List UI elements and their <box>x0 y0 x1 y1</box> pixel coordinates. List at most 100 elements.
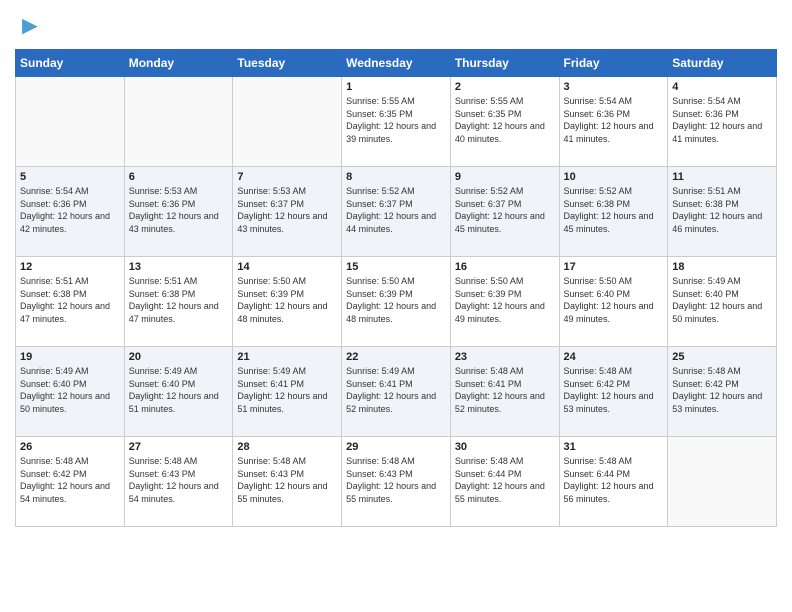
day-info: Sunrise: 5:51 AMSunset: 6:38 PMDaylight:… <box>672 185 772 235</box>
day-number: 24 <box>564 351 664 363</box>
calendar-week-1: 1 Sunrise: 5:55 AMSunset: 6:35 PMDaylight… <box>16 77 777 167</box>
day-number: 1 <box>346 81 446 93</box>
day-number: 12 <box>20 261 120 273</box>
calendar-cell: 13 Sunrise: 5:51 AMSunset: 6:38 PMDayligh… <box>124 257 233 347</box>
calendar-cell: 2 Sunrise: 5:55 AMSunset: 6:35 PMDaylight… <box>450 77 559 167</box>
day-number: 15 <box>346 261 446 273</box>
calendar-cell: 1 Sunrise: 5:55 AMSunset: 6:35 PMDaylight… <box>342 77 451 167</box>
day-number: 13 <box>129 261 229 273</box>
logo-arrow-icon: ► <box>17 10 43 41</box>
weekday-header-saturday: Saturday <box>668 50 777 77</box>
calendar-cell: 11 Sunrise: 5:51 AMSunset: 6:38 PMDayligh… <box>668 167 777 257</box>
day-number: 27 <box>129 441 229 453</box>
day-number: 9 <box>455 171 555 183</box>
calendar-cell: 7 Sunrise: 5:53 AMSunset: 6:37 PMDaylight… <box>233 167 342 257</box>
day-info: Sunrise: 5:50 AMSunset: 6:39 PMDaylight:… <box>455 275 555 325</box>
calendar-cell: 27 Sunrise: 5:48 AMSunset: 6:43 PMDayligh… <box>124 437 233 527</box>
day-number: 25 <box>672 351 772 363</box>
calendar-cell <box>124 77 233 167</box>
calendar-cell: 20 Sunrise: 5:49 AMSunset: 6:40 PMDayligh… <box>124 347 233 437</box>
calendar-cell: 29 Sunrise: 5:48 AMSunset: 6:43 PMDayligh… <box>342 437 451 527</box>
day-number: 21 <box>237 351 337 363</box>
day-info: Sunrise: 5:48 AMSunset: 6:43 PMDaylight:… <box>129 455 229 505</box>
calendar-cell <box>16 77 125 167</box>
calendar-cell: 10 Sunrise: 5:52 AMSunset: 6:38 PMDayligh… <box>559 167 668 257</box>
calendar-cell: 28 Sunrise: 5:48 AMSunset: 6:43 PMDayligh… <box>233 437 342 527</box>
weekday-header-tuesday: Tuesday <box>233 50 342 77</box>
calendar-cell: 14 Sunrise: 5:50 AMSunset: 6:39 PMDayligh… <box>233 257 342 347</box>
day-info: Sunrise: 5:48 AMSunset: 6:42 PMDaylight:… <box>672 365 772 415</box>
page-header: ► <box>15 10 777 41</box>
weekday-header-row: SundayMondayTuesdayWednesdayThursdayFrid… <box>16 50 777 77</box>
calendar-cell: 23 Sunrise: 5:48 AMSunset: 6:41 PMDayligh… <box>450 347 559 437</box>
day-number: 7 <box>237 171 337 183</box>
day-info: Sunrise: 5:48 AMSunset: 6:43 PMDaylight:… <box>346 455 446 505</box>
calendar-cell: 3Sunrise: 5:54 AMSunset: 6:36 PMDaylight… <box>559 77 668 167</box>
day-info: Sunrise: 5:49 AMSunset: 6:40 PMDaylight:… <box>20 365 120 415</box>
day-number: 19 <box>20 351 120 363</box>
day-info: Sunrise: 5:49 AMSunset: 6:40 PMDaylight:… <box>672 275 772 325</box>
calendar-cell: 12 Sunrise: 5:51 AMSunset: 6:38 PMDayligh… <box>16 257 125 347</box>
day-number: 20 <box>129 351 229 363</box>
day-number: 4 <box>672 81 772 93</box>
calendar-cell: 9 Sunrise: 5:52 AMSunset: 6:37 PMDaylight… <box>450 167 559 257</box>
day-info: Sunrise: 5:48 AMSunset: 6:44 PMDaylight:… <box>455 455 555 505</box>
day-number: 29 <box>346 441 446 453</box>
calendar-cell: 26 Sunrise: 5:48 AMSunset: 6:42 PMDayligh… <box>16 437 125 527</box>
calendar-cell: 24 Sunrise: 5:48 AMSunset: 6:42 PMDayligh… <box>559 347 668 437</box>
day-number: 17 <box>564 261 664 273</box>
calendar-week-5: 26 Sunrise: 5:48 AMSunset: 6:42 PMDayligh… <box>16 437 777 527</box>
weekday-header-friday: Friday <box>559 50 668 77</box>
day-info: Sunrise: 5:48 AMSunset: 6:42 PMDaylight:… <box>20 455 120 505</box>
day-number: 6 <box>129 171 229 183</box>
calendar-week-4: 19 Sunrise: 5:49 AMSunset: 6:40 PMDayligh… <box>16 347 777 437</box>
day-info: Sunrise: 5:52 AMSunset: 6:38 PMDaylight:… <box>564 185 664 235</box>
day-number: 10 <box>564 171 664 183</box>
day-info: Sunrise: 5:55 AMSunset: 6:35 PMDaylight:… <box>346 95 446 145</box>
calendar-cell: 19 Sunrise: 5:49 AMSunset: 6:40 PMDayligh… <box>16 347 125 437</box>
calendar-cell <box>233 77 342 167</box>
calendar-week-3: 12 Sunrise: 5:51 AMSunset: 6:38 PMDayligh… <box>16 257 777 347</box>
day-info: Sunrise: 5:54 AMSunset: 6:36 PMDaylight:… <box>564 95 664 145</box>
day-number: 30 <box>455 441 555 453</box>
calendar-cell <box>668 437 777 527</box>
day-info: Sunrise: 5:50 AMSunset: 6:39 PMDaylight:… <box>346 275 446 325</box>
calendar-cell: 16Sunrise: 5:50 AMSunset: 6:39 PMDayligh… <box>450 257 559 347</box>
day-info: Sunrise: 5:54 AMSunset: 6:36 PMDaylight:… <box>20 185 120 235</box>
calendar-cell: 21Sunrise: 5:49 AMSunset: 6:41 PMDayligh… <box>233 347 342 437</box>
day-number: 8 <box>346 171 446 183</box>
day-info: Sunrise: 5:54 AMSunset: 6:36 PMDaylight:… <box>672 95 772 145</box>
day-number: 22 <box>346 351 446 363</box>
calendar-table: SundayMondayTuesdayWednesdayThursdayFrid… <box>15 49 777 527</box>
day-info: Sunrise: 5:49 AMSunset: 6:40 PMDaylight:… <box>129 365 229 415</box>
day-info: Sunrise: 5:48 AMSunset: 6:42 PMDaylight:… <box>564 365 664 415</box>
day-number: 23 <box>455 351 555 363</box>
day-info: Sunrise: 5:55 AMSunset: 6:35 PMDaylight:… <box>455 95 555 145</box>
weekday-header-monday: Monday <box>124 50 233 77</box>
day-number: 18 <box>672 261 772 273</box>
calendar-cell: 15 Sunrise: 5:50 AMSunset: 6:39 PMDayligh… <box>342 257 451 347</box>
calendar-cell: 17Sunrise: 5:50 AMSunset: 6:40 PMDayligh… <box>559 257 668 347</box>
calendar-cell: 25 Sunrise: 5:48 AMSunset: 6:42 PMDayligh… <box>668 347 777 437</box>
day-info: Sunrise: 5:52 AMSunset: 6:37 PMDaylight:… <box>455 185 555 235</box>
calendar-cell: 4 Sunrise: 5:54 AMSunset: 6:36 PMDaylight… <box>668 77 777 167</box>
day-info: Sunrise: 5:48 AMSunset: 6:41 PMDaylight:… <box>455 365 555 415</box>
calendar-cell: 22Sunrise: 5:49 AMSunset: 6:41 PMDayligh… <box>342 347 451 437</box>
weekday-header-thursday: Thursday <box>450 50 559 77</box>
calendar-cell: 8 Sunrise: 5:52 AMSunset: 6:37 PMDaylight… <box>342 167 451 257</box>
day-number: 26 <box>20 441 120 453</box>
day-number: 14 <box>237 261 337 273</box>
day-info: Sunrise: 5:50 AMSunset: 6:39 PMDaylight:… <box>237 275 337 325</box>
logo: ► <box>15 10 43 41</box>
day-info: Sunrise: 5:53 AMSunset: 6:37 PMDaylight:… <box>237 185 337 235</box>
day-info: Sunrise: 5:51 AMSunset: 6:38 PMDaylight:… <box>129 275 229 325</box>
day-info: Sunrise: 5:52 AMSunset: 6:37 PMDaylight:… <box>346 185 446 235</box>
day-number: 2 <box>455 81 555 93</box>
calendar-week-2: 5Sunrise: 5:54 AMSunset: 6:36 PMDaylight… <box>16 167 777 257</box>
weekday-header-sunday: Sunday <box>16 50 125 77</box>
calendar-cell: 31Sunrise: 5:48 AMSunset: 6:44 PMDayligh… <box>559 437 668 527</box>
day-info: Sunrise: 5:51 AMSunset: 6:38 PMDaylight:… <box>20 275 120 325</box>
day-number: 11 <box>672 171 772 183</box>
day-number: 28 <box>237 441 337 453</box>
day-info: Sunrise: 5:48 AMSunset: 6:43 PMDaylight:… <box>237 455 337 505</box>
